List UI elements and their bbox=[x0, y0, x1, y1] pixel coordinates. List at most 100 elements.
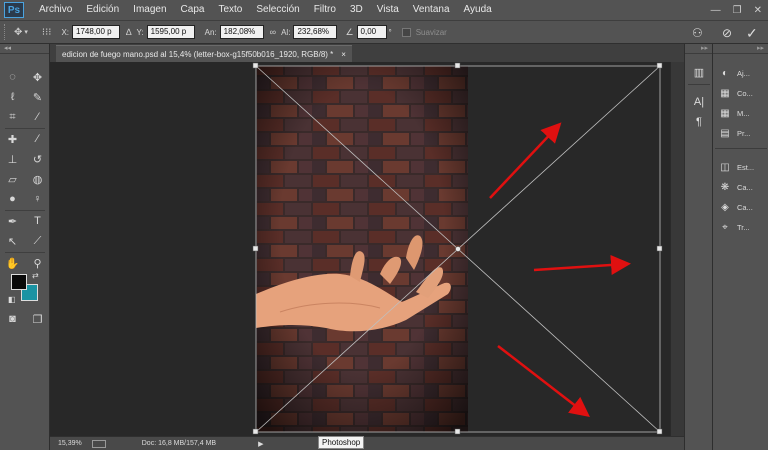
paragraph-icon[interactable]: ¶ bbox=[689, 116, 709, 128]
y-position-field[interactable]: 1595,00 p bbox=[146, 25, 195, 39]
angle-unit: ° bbox=[388, 27, 392, 37]
smooth-checkbox[interactable] bbox=[401, 27, 411, 37]
transform-handle[interactable] bbox=[252, 62, 259, 69]
history-brush-tool-icon[interactable]: ↺ bbox=[25, 150, 50, 168]
eyedropper-tool-icon[interactable]: ⁄ bbox=[25, 108, 50, 126]
angle-field[interactable]: 0,00 bbox=[356, 25, 387, 39]
height-field[interactable]: 232,68% bbox=[293, 25, 338, 39]
crop-tool-icon[interactable]: ⌗ bbox=[0, 108, 25, 126]
panel-layers[interactable]: ◈ Ca... bbox=[713, 198, 768, 216]
styles-icon: ◫ bbox=[720, 161, 730, 173]
transform-handle[interactable] bbox=[252, 245, 259, 252]
panel-swatches[interactable]: ▦ M... bbox=[713, 104, 768, 122]
panel-channels[interactable]: ❋ Ca... bbox=[713, 178, 768, 196]
link-icon[interactable]: ∞ bbox=[270, 27, 276, 37]
quick-selection-tool-icon[interactable]: ✎ bbox=[25, 88, 50, 106]
menu-vista[interactable]: Vista bbox=[370, 0, 406, 20]
panel-adjustments[interactable]: ◐ Aj... bbox=[713, 64, 768, 82]
close-tab-icon[interactable]: × bbox=[341, 50, 346, 59]
document-tab[interactable]: edicion de fuego mano.psd al 15,4% (lett… bbox=[56, 45, 352, 62]
transform-handle[interactable] bbox=[454, 428, 461, 435]
foreground-color-swatch-top[interactable] bbox=[11, 274, 27, 290]
marquee-tool-icon[interactable]: ◌ bbox=[0, 68, 25, 86]
default-colors-icon[interactable]: ◧ bbox=[8, 295, 16, 304]
move-tool-icon[interactable]: ✥ bbox=[25, 68, 50, 86]
line-tool-icon[interactable]: ⟋ bbox=[25, 232, 50, 250]
maximize-button[interactable]: ❐ bbox=[733, 5, 742, 16]
dock-header[interactable]: ▸▸ bbox=[685, 44, 712, 54]
warp-icon[interactable]: ⚇ bbox=[692, 21, 703, 45]
zoom-level[interactable]: 15,39% bbox=[58, 440, 82, 447]
clone-stamp-tool-icon[interactable]: ⊥ bbox=[0, 150, 25, 168]
swap-colors-icon[interactable]: ⇄ bbox=[32, 271, 39, 280]
panel-dock: ▸▸ ◐ Aj... ▦ Co... ▦ M... ▤ Pr... ◫ Est... ❋ C… bbox=[712, 44, 768, 450]
canvas-workspace[interactable] bbox=[50, 62, 670, 436]
paths-icon: ⌖ bbox=[722, 221, 728, 233]
paint-bucket-tool-icon[interactable]: ◍ bbox=[25, 170, 50, 188]
dodge-tool-icon[interactable]: ♀ bbox=[25, 190, 50, 208]
menu-ayuda[interactable]: Ayuda bbox=[457, 0, 499, 20]
menu-seleccion[interactable]: Selección bbox=[249, 0, 306, 20]
menu-filtro[interactable]: Filtro bbox=[307, 0, 343, 20]
hand-tool-icon[interactable]: ✋ bbox=[0, 254, 25, 272]
character-icon[interactable]: A| bbox=[689, 96, 709, 108]
menu-texto[interactable]: Texto bbox=[211, 0, 249, 20]
healing-brush-tool-icon[interactable]: ✚ bbox=[0, 130, 25, 148]
width-field[interactable]: 182,08% bbox=[219, 25, 264, 39]
properties-icon: ▤ bbox=[720, 127, 730, 139]
transform-handle[interactable] bbox=[656, 245, 663, 252]
reference-point-icon[interactable]: ⁝⁝⁝ bbox=[42, 27, 52, 38]
brush-tool-icon[interactable]: ∕ bbox=[25, 130, 50, 148]
dock-header[interactable]: ▸▸ bbox=[713, 44, 768, 54]
smooth-label: Suavizar bbox=[415, 27, 447, 37]
vertical-scrollbar[interactable] bbox=[670, 62, 684, 450]
x-position-field[interactable]: 1748,00 p bbox=[72, 25, 121, 39]
menu-ventana[interactable]: Ventana bbox=[406, 0, 457, 20]
status-menu-arrow-icon[interactable]: ▶ bbox=[258, 440, 263, 448]
chevron-down-icon[interactable]: ▾ bbox=[24, 28, 28, 36]
transform-handle[interactable] bbox=[656, 428, 663, 435]
zoom-tool-icon[interactable]: ⚲ bbox=[25, 254, 50, 272]
menu-archivo[interactable]: Archivo bbox=[32, 0, 79, 20]
type-tool-icon[interactable]: T bbox=[25, 212, 50, 230]
pen-tool-icon[interactable]: ✒ bbox=[0, 212, 25, 230]
transform-handle[interactable] bbox=[454, 62, 461, 69]
panel-styles[interactable]: ◫ Est... bbox=[713, 158, 768, 176]
transform-tool-icon[interactable]: ✥ bbox=[14, 27, 22, 38]
options-grip[interactable] bbox=[4, 24, 8, 40]
quick-mask-icon[interactable]: ◙ bbox=[0, 310, 25, 328]
panel-paths[interactable]: ⌖ Tr... bbox=[713, 218, 768, 236]
cancel-transform-icon[interactable]: ⊘ bbox=[722, 21, 732, 45]
screen-mode-icon[interactable]: ❐ bbox=[25, 310, 50, 328]
x-label: X: bbox=[61, 27, 70, 37]
panel-properties[interactable]: ▤ Pr... bbox=[713, 124, 768, 142]
history-icon[interactable]: ▥ bbox=[689, 66, 709, 79]
window-controls: — ❐ ✕ bbox=[711, 0, 762, 20]
canvas[interactable] bbox=[50, 62, 670, 436]
layers-icon: ◈ bbox=[721, 201, 729, 213]
dock-divider bbox=[688, 84, 710, 85]
transform-center-point[interactable] bbox=[455, 246, 461, 252]
menu-imagen[interactable]: Imagen bbox=[126, 0, 173, 20]
menu-capa[interactable]: Capa bbox=[174, 0, 212, 20]
blur-tool-icon[interactable]: ● bbox=[0, 190, 25, 208]
transform-handle[interactable] bbox=[656, 62, 663, 69]
tools-panel-header[interactable]: ◂◂ bbox=[0, 44, 49, 54]
transform-handle[interactable] bbox=[252, 428, 259, 435]
lasso-tool-icon[interactable]: ℓ bbox=[0, 88, 25, 106]
menu-edicion[interactable]: Edición bbox=[79, 0, 126, 20]
delta-icon[interactable]: ∆ bbox=[126, 27, 132, 37]
commit-transform-icon[interactable]: ✓ bbox=[746, 21, 758, 45]
status-icon[interactable] bbox=[91, 439, 106, 448]
angle-icon: ∠ bbox=[345, 26, 354, 37]
tools-divider bbox=[5, 210, 45, 211]
channels-icon: ❋ bbox=[720, 181, 730, 193]
document-tab-bar: edicion de fuego mano.psd al 15,4% (lett… bbox=[50, 44, 684, 62]
minimize-button[interactable]: — bbox=[711, 5, 721, 16]
close-window-button[interactable]: ✕ bbox=[754, 5, 762, 16]
menu-3d[interactable]: 3D bbox=[343, 0, 370, 20]
tooltip: Photoshop bbox=[318, 436, 365, 449]
eraser-tool-icon[interactable]: ▱ bbox=[0, 170, 25, 188]
path-selection-tool-icon[interactable]: ↖ bbox=[0, 232, 25, 250]
panel-color[interactable]: ▦ Co... bbox=[713, 84, 768, 102]
